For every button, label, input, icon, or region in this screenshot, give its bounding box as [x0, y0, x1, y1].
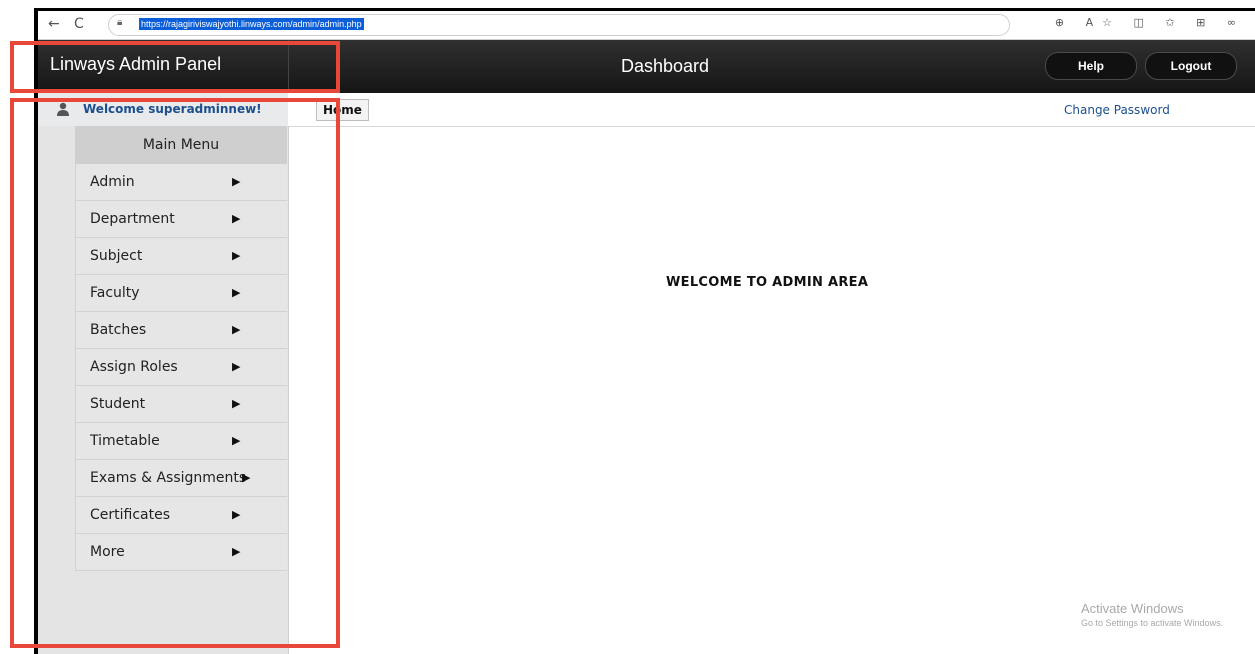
browser-toolbar: ← C 🔒︎ https://rajagiriviswajyothi.linwa…	[38, 11, 1255, 40]
annotation-box-header	[10, 41, 340, 93]
url-text[interactable]: https://rajagiriviswajyothi.linways.com/…	[139, 18, 364, 30]
help-button[interactable]: Help	[1045, 52, 1137, 80]
activate-windows-watermark: Activate Windows Go to Settings to activ…	[1081, 601, 1223, 628]
logout-button[interactable]: Logout	[1145, 52, 1237, 80]
browser-extension-icons[interactable]: ⊕ A☆ ◫ ✩ ⊞ ∞	[1055, 16, 1245, 29]
welcome-heading: WELCOME TO ADMIN AREA	[666, 275, 869, 290]
refresh-icon[interactable]: C	[74, 15, 84, 33]
page-title: Dashboard	[621, 56, 710, 76]
main-content: WELCOME TO ADMIN AREA Activate Windows G…	[289, 127, 1255, 654]
annotation-box-sidebar	[10, 98, 340, 648]
watermark-subtitle: Go to Settings to activate Windows.	[1081, 618, 1224, 628]
change-password-link[interactable]: Change Password	[1064, 103, 1170, 117]
address-bar[interactable]: 🔒︎ https://rajagiriviswajyothi.linways.c…	[108, 14, 1010, 36]
watermark-title: Activate Windows	[1081, 601, 1184, 616]
back-icon[interactable]: ←	[48, 15, 60, 33]
lock-icon: 🔒︎	[117, 17, 123, 28]
